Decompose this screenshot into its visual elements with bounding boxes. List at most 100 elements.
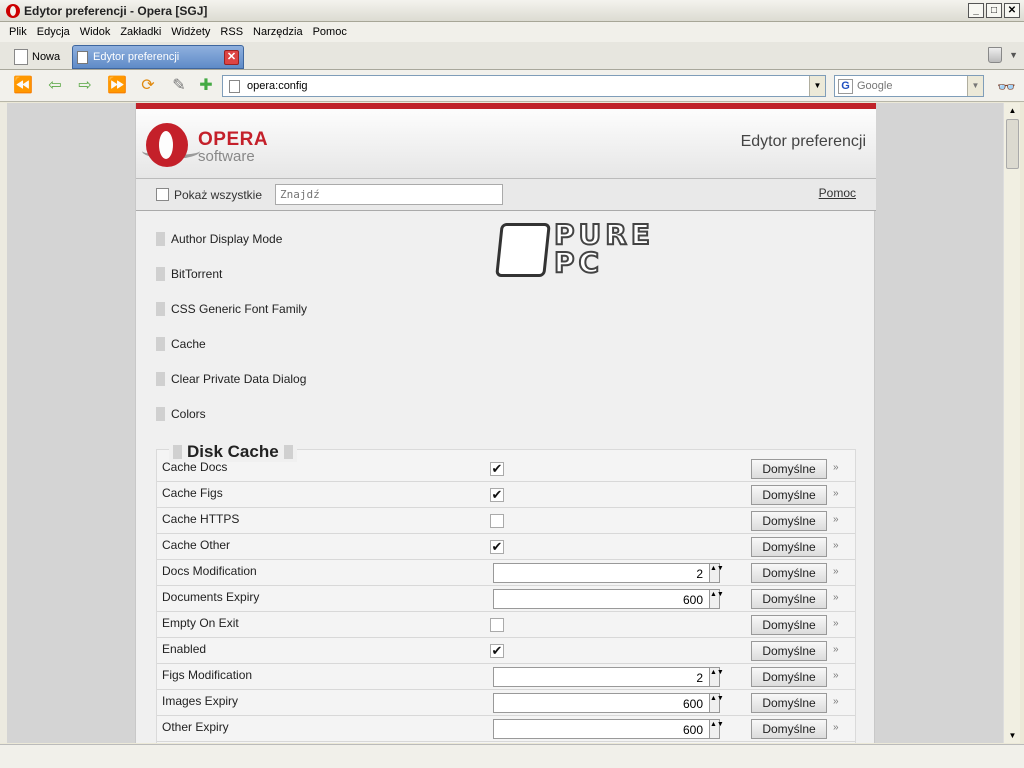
menu-bookmarks[interactable]: Zakładki <box>120 26 161 38</box>
pref-name: Cache Figs <box>162 486 223 500</box>
pref-checkbox[interactable]: ✔ <box>490 462 504 476</box>
glasses-icon[interactable]: 👓 <box>997 78 1016 96</box>
default-button[interactable]: Domyślne <box>751 667 827 687</box>
more-icon[interactable]: » <box>833 618 839 629</box>
section-label: Author Display Mode <box>171 232 283 246</box>
pref-number-input[interactable]: 600 <box>493 693 710 713</box>
default-button[interactable]: Domyślne <box>751 459 827 479</box>
pref-checkbox[interactable] <box>490 618 504 632</box>
edit-pen-icon[interactable]: ✎ <box>168 76 190 96</box>
default-button[interactable]: Domyślne <box>751 485 827 505</box>
spinner-arrows-icon[interactable]: ▲▼ <box>709 719 724 739</box>
pref-number-input[interactable]: 600 <box>493 719 710 739</box>
section-cache[interactable]: Cache <box>156 334 206 354</box>
pref-number-input[interactable]: 600 <box>493 589 710 609</box>
section-clear-private-data-dialog[interactable]: Clear Private Data Dialog <box>156 369 306 389</box>
default-button[interactable]: Domyślne <box>751 563 827 583</box>
new-tab-button[interactable]: Nowa <box>8 46 66 68</box>
minimize-button[interactable]: _ <box>968 3 984 18</box>
default-button[interactable]: Domyślne <box>751 537 827 557</box>
address-dropdown-icon[interactable]: ▼ <box>809 76 825 96</box>
default-button[interactable]: Domyślne <box>751 589 827 609</box>
section-label: Cache <box>171 337 206 351</box>
address-bar[interactable]: opera:config ▼ <box>222 75 826 97</box>
search-dropdown-icon[interactable]: ▼ <box>967 76 983 96</box>
pref-name: Empty On Exit <box>162 616 239 630</box>
pref-checkbox[interactable]: ✔ <box>490 540 504 554</box>
default-button[interactable]: Domyślne <box>751 719 827 739</box>
pref-name: Cache Other <box>162 538 231 552</box>
trash-icon[interactable] <box>988 47 1002 63</box>
add-bookmark-icon[interactable]: ✚ <box>195 76 217 96</box>
find-input[interactable] <box>275 184 503 205</box>
forward-arrow-icon[interactable]: ⇨ <box>74 76 96 96</box>
pref-checkbox[interactable]: ✔ <box>490 644 504 658</box>
section-colors[interactable]: Colors <box>156 404 206 424</box>
reload-icon[interactable]: ⟳ <box>137 76 159 96</box>
pref-row: Cache Figs ✔ Domyślne » <box>157 482 855 508</box>
menu-tools[interactable]: Narzędzia <box>253 26 303 38</box>
section-css-generic-font-family[interactable]: CSS Generic Font Family <box>156 299 307 319</box>
filter-row: Pokaż wszystkie Pomoc <box>136 179 876 211</box>
menu-rss[interactable]: RSS <box>220 26 243 38</box>
spinner-arrows-icon[interactable]: ▲▼ <box>709 589 724 609</box>
section-author-display-mode[interactable]: Author Display Mode <box>156 229 282 249</box>
close-tab-icon[interactable]: ✕ <box>224 50 239 65</box>
page-title: Edytor preferencji <box>740 133 866 150</box>
pref-number-input[interactable]: 2 <box>493 563 710 583</box>
more-icon[interactable]: » <box>833 592 839 603</box>
search-placeholder: Google <box>857 80 893 92</box>
google-icon[interactable]: G <box>838 79 853 94</box>
search-field[interactable]: G Google ▼ <box>834 75 984 97</box>
fast-forward-icon[interactable]: ⏩ <box>106 76 128 96</box>
scroll-down-icon[interactable]: ▼ <box>1006 729 1019 742</box>
opera-logo <box>146 123 188 167</box>
more-icon[interactable]: » <box>833 696 839 707</box>
menu-file[interactable]: Plik <box>9 26 27 38</box>
help-link[interactable]: Pomoc <box>819 186 856 200</box>
pref-name: Documents Expiry <box>162 590 260 604</box>
watermark-text: PURE PC <box>553 218 654 279</box>
more-icon[interactable]: » <box>833 540 839 551</box>
pref-checkbox[interactable]: ✔ <box>490 488 504 502</box>
pref-row: Figs Modification 2 ▲▼ Domyślne » <box>157 664 855 690</box>
left-panel-gutter[interactable] <box>0 103 7 743</box>
pref-number-input[interactable]: 2 <box>493 667 710 687</box>
menu-edit[interactable]: Edycja <box>37 26 70 38</box>
more-icon[interactable]: » <box>833 670 839 681</box>
more-icon[interactable]: » <box>833 722 839 733</box>
maximize-button[interactable]: □ <box>986 3 1002 18</box>
pref-row: Enabled ✔ Domyślne » <box>157 638 855 664</box>
scroll-up-icon[interactable]: ▲ <box>1006 104 1019 117</box>
show-all-checkbox[interactable] <box>156 188 169 201</box>
status-bar <box>0 744 1024 768</box>
back-arrow-icon[interactable]: ⇦ <box>44 76 66 96</box>
more-icon[interactable]: » <box>833 566 839 577</box>
menu-view[interactable]: Widok <box>80 26 111 38</box>
rewind-icon[interactable]: ⏪ <box>12 76 34 96</box>
more-icon[interactable]: » <box>833 462 839 473</box>
page-icon <box>77 50 88 64</box>
menu-widgets[interactable]: Widżety <box>171 26 210 38</box>
spinner-arrows-icon[interactable]: ▲▼ <box>709 667 724 687</box>
tab-preferences-editor[interactable]: Edytor preferencji ✕ <box>72 45 244 69</box>
more-icon[interactable]: » <box>833 644 839 655</box>
checkmark-icon: ✔ <box>491 461 503 476</box>
default-button[interactable]: Domyślne <box>751 641 827 661</box>
vertical-scrollbar[interactable]: ▲ ▼ <box>1003 103 1020 743</box>
close-button[interactable]: ✕ <box>1004 3 1020 18</box>
spinner-arrows-icon[interactable]: ▲▼ <box>709 693 724 713</box>
scroll-thumb[interactable] <box>1006 119 1019 169</box>
window-title: Edytor preferencji - Opera [SGJ] <box>24 3 208 18</box>
pref-row: Cache HTTPS Domyślne » <box>157 508 855 534</box>
pref-checkbox[interactable] <box>490 514 504 528</box>
default-button[interactable]: Domyślne <box>751 511 827 531</box>
default-button[interactable]: Domyślne <box>751 693 827 713</box>
spinner-arrows-icon[interactable]: ▲▼ <box>709 563 724 583</box>
more-icon[interactable]: » <box>833 488 839 499</box>
default-button[interactable]: Domyślne <box>751 615 827 635</box>
section-bittorrent[interactable]: BitTorrent <box>156 264 222 284</box>
more-icon[interactable]: » <box>833 514 839 525</box>
chevron-down-icon[interactable]: ▼ <box>1009 50 1018 60</box>
menu-help[interactable]: Pomoc <box>313 26 347 38</box>
